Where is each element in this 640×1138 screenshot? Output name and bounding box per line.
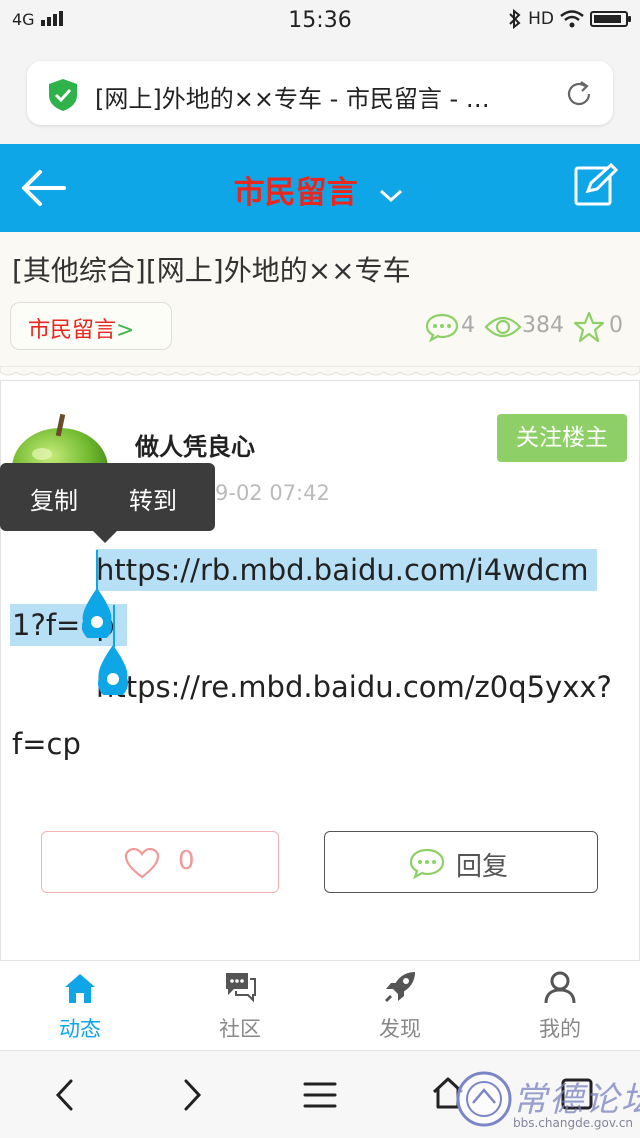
tab-label-discover[interactable]: 发现 <box>320 1013 480 1043</box>
category-arrow: > <box>116 318 135 343</box>
hd-label: HD <box>528 9 554 29</box>
star-icon[interactable] <box>573 311 605 343</box>
watermark-seal-icon <box>456 1071 512 1127</box>
rocket-icon[interactable] <box>382 969 418 1005</box>
content-line-4[interactable]: f=cp <box>12 727 81 761</box>
watermark-text: 常德论坛 <box>513 1080 640 1120</box>
edit-icon[interactable] <box>573 163 619 207</box>
header-title[interactable]: 市民留言 <box>234 175 358 211</box>
category-label[interactable]: 市民留言 <box>28 318 116 343</box>
nav-back-icon[interactable] <box>50 1077 80 1113</box>
like-count: 0 <box>178 846 195 876</box>
follow-button[interactable]: 关注楼主 <box>497 414 627 462</box>
tab-mine[interactable]: 我的 <box>480 961 640 1051</box>
wifi-icon <box>560 10 584 28</box>
view-count: 384 <box>522 313 564 338</box>
comment-count: 4 <box>461 313 475 338</box>
reload-icon[interactable] <box>563 78 595 110</box>
status-right: HD <box>508 9 631 29</box>
watermark: 常德论坛 bbs.changde.gov.cn <box>455 1070 640 1137</box>
nav-forward-icon[interactable] <box>177 1077 207 1113</box>
home-icon[interactable] <box>62 971 98 1005</box>
goto-menu-item[interactable]: 转到 <box>129 481 177 516</box>
wavy-divider <box>0 366 640 376</box>
copy-menu-item[interactable]: 复制 <box>30 481 78 516</box>
watermark-url: bbs.changde.gov.cn <box>513 1116 634 1130</box>
selection-end-handle[interactable] <box>96 645 130 695</box>
category-tag[interactable]: 市民留言> <box>10 302 172 350</box>
like-button[interactable]: 0 <box>41 831 279 893</box>
heart-icon[interactable] <box>124 847 160 879</box>
secure-shield-icon <box>49 79 77 111</box>
tab-community[interactable]: 社区 <box>160 961 320 1051</box>
selection-start-handle[interactable] <box>80 588 114 638</box>
menu-icon[interactable] <box>302 1079 338 1111</box>
chevron-down-icon[interactable] <box>376 185 406 205</box>
header-title-group[interactable]: 市民留言 <box>0 167 640 212</box>
reply-label[interactable]: 回复 <box>456 846 508 883</box>
status-bar: 4G 15:36 HD <box>0 0 640 44</box>
author-name[interactable]: 做人凭良心 <box>135 427 255 462</box>
bluetooth-icon <box>509 9 521 29</box>
tab-label-mine[interactable]: 我的 <box>480 1013 640 1043</box>
selection-end-cursor <box>113 605 115 647</box>
eye-icon <box>484 316 522 338</box>
tab-dynamics[interactable]: 动态 <box>0 961 160 1051</box>
selection-start-cursor <box>96 550 98 590</box>
chat-bubbles-icon[interactable] <box>222 969 258 1005</box>
content-line-3[interactable]: https://re.mbd.baidu.com/z0q5yxx? <box>96 670 612 704</box>
page-title-url[interactable]: [网上]外地的××专车 - 市民留言 - … <box>95 79 525 114</box>
battery-level <box>594 15 621 23</box>
app-tab-bar: 动态 社区 发现 我的 <box>0 960 640 1051</box>
category-tag-text[interactable]: 市民留言> <box>28 312 134 344</box>
reply-comment-icon[interactable] <box>409 847 445 879</box>
post-date: 9-02 07:42 <box>215 481 330 505</box>
selection-context-menu: 复制 转到 <box>0 463 215 543</box>
tab-label-dynamics[interactable]: 动态 <box>0 1013 160 1043</box>
reply-button[interactable]: 回复 <box>324 831 598 893</box>
post-title: [其他综合][网上]外地的××专车 <box>12 254 411 287</box>
battery-icon <box>590 11 631 27</box>
favorite-count: 0 <box>609 313 623 338</box>
tab-discover[interactable]: 发现 <box>320 961 480 1051</box>
user-icon[interactable] <box>542 969 578 1005</box>
selected-text-1[interactable]: https://rb.mbd.baidu.com/i4wdcm <box>96 549 597 591</box>
comment-icon <box>425 313 459 342</box>
content-line-1[interactable]: https://rb.mbd.baidu.com/i4wdcm <box>96 549 597 591</box>
tab-label-community[interactable]: 社区 <box>160 1013 320 1043</box>
